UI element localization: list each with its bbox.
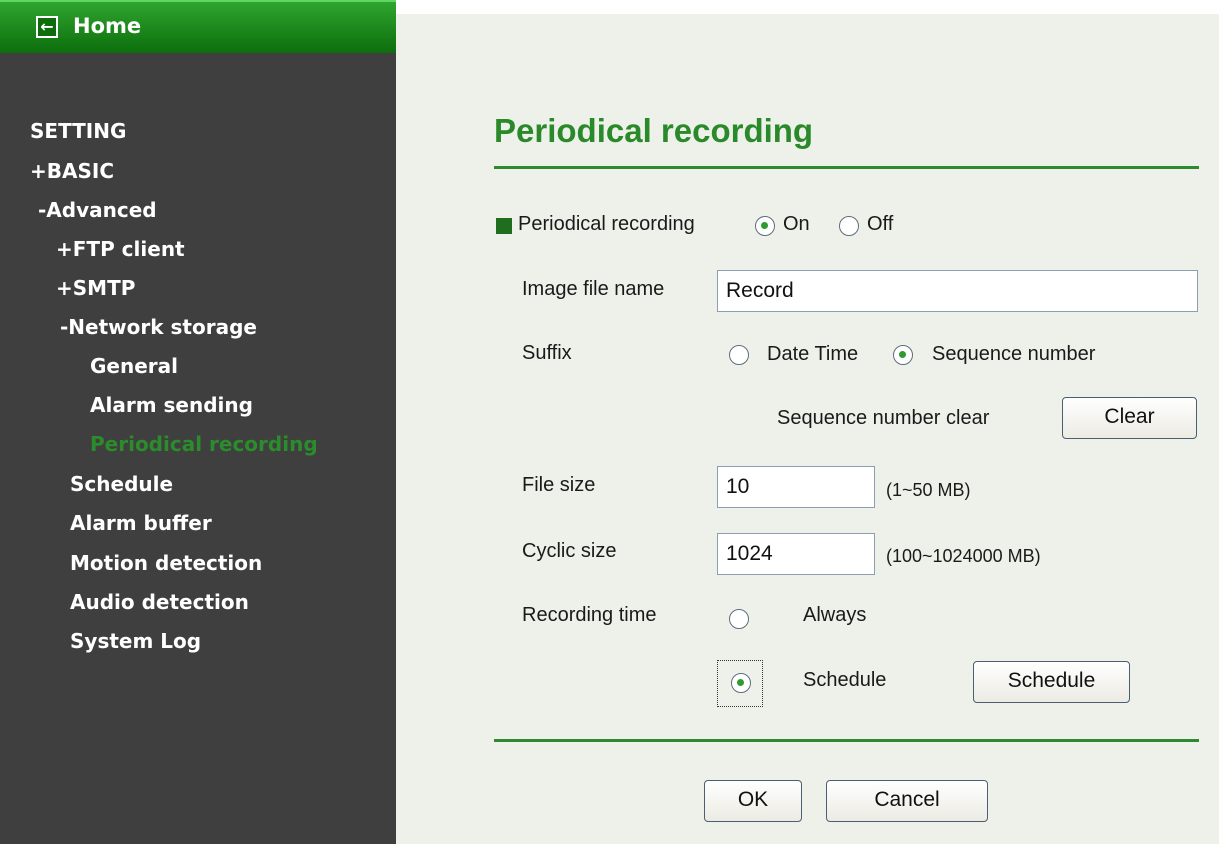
periodical-on-label: On bbox=[783, 213, 810, 235]
sidebar-item-smtp[interactable]: +SMTP bbox=[56, 276, 135, 300]
sidebar-item-advanced[interactable]: -Advanced bbox=[38, 198, 157, 222]
home-link[interactable]: ← Home bbox=[0, 0, 396, 53]
cyclic-size-label: Cyclic size bbox=[522, 540, 617, 562]
suffix-label: Suffix bbox=[522, 342, 572, 364]
sidebar-item-periodical-recording[interactable]: Periodical recording bbox=[90, 432, 318, 456]
sidebar-item-alarm-sending[interactable]: Alarm sending bbox=[90, 393, 253, 417]
arrow-left-icon: ← bbox=[36, 16, 58, 38]
divider-bottom bbox=[494, 739, 1199, 742]
cyclic-size-input[interactable]: 1024 bbox=[717, 533, 875, 575]
sidebar-item-system-log[interactable]: System Log bbox=[70, 629, 201, 653]
sidebar-item-audio-detection[interactable]: Audio detection bbox=[70, 590, 249, 614]
sidebar-item-alarm-buffer[interactable]: Alarm buffer bbox=[70, 511, 212, 535]
periodical-recording-label: Periodical recording bbox=[518, 213, 695, 235]
sidebar-item-network-storage[interactable]: -Network storage bbox=[60, 315, 257, 339]
image-file-name-label: Image file name bbox=[522, 278, 665, 300]
page-title: Periodical recording bbox=[494, 112, 814, 149]
recording-time-label: Recording time bbox=[522, 604, 657, 626]
recording-always-radio[interactable] bbox=[729, 609, 749, 629]
periodical-on-radio[interactable] bbox=[755, 216, 775, 236]
file-size-label: File size bbox=[522, 474, 596, 496]
schedule-button[interactable]: Schedule bbox=[973, 661, 1130, 703]
divider-top bbox=[494, 166, 1199, 169]
sidebar-heading-setting: SETTING bbox=[30, 119, 127, 143]
suffix-date-time-label: Date Time bbox=[767, 343, 859, 365]
cancel-button[interactable]: Cancel bbox=[826, 780, 988, 822]
recording-always-label: Always bbox=[803, 604, 867, 626]
sidebar-item-basic[interactable]: +BASIC bbox=[30, 159, 114, 183]
cyclic-size-range: (100~1024000 MB) bbox=[886, 546, 1041, 566]
sidebar-item-general[interactable]: General bbox=[90, 354, 178, 378]
sidebar-item-schedule[interactable]: Schedule bbox=[70, 472, 173, 496]
sidebar-item-motion-detection[interactable]: Motion detection bbox=[70, 551, 262, 575]
suffix-date-time-radio[interactable] bbox=[729, 345, 749, 365]
sidebar-item-ftp-client[interactable]: +FTP client bbox=[56, 237, 185, 261]
suffix-sequence-number-label: Sequence number bbox=[932, 343, 1096, 365]
sequence-number-clear-label: Sequence number clear bbox=[777, 407, 990, 429]
periodical-off-label: Off bbox=[867, 213, 894, 235]
recording-schedule-radio[interactable] bbox=[731, 673, 751, 693]
periodical-off-radio[interactable] bbox=[839, 216, 859, 236]
section-marker-icon bbox=[496, 218, 512, 234]
home-label: Home bbox=[73, 14, 142, 38]
image-file-name-input[interactable]: Record bbox=[717, 270, 1198, 312]
file-size-range: (1~50 MB) bbox=[886, 480, 971, 500]
recording-schedule-label: Schedule bbox=[803, 669, 887, 691]
suffix-sequence-number-radio[interactable] bbox=[893, 345, 913, 365]
clear-button[interactable]: Clear bbox=[1062, 397, 1197, 439]
ok-button[interactable]: OK bbox=[704, 780, 802, 822]
file-size-input[interactable]: 10 bbox=[717, 466, 875, 508]
